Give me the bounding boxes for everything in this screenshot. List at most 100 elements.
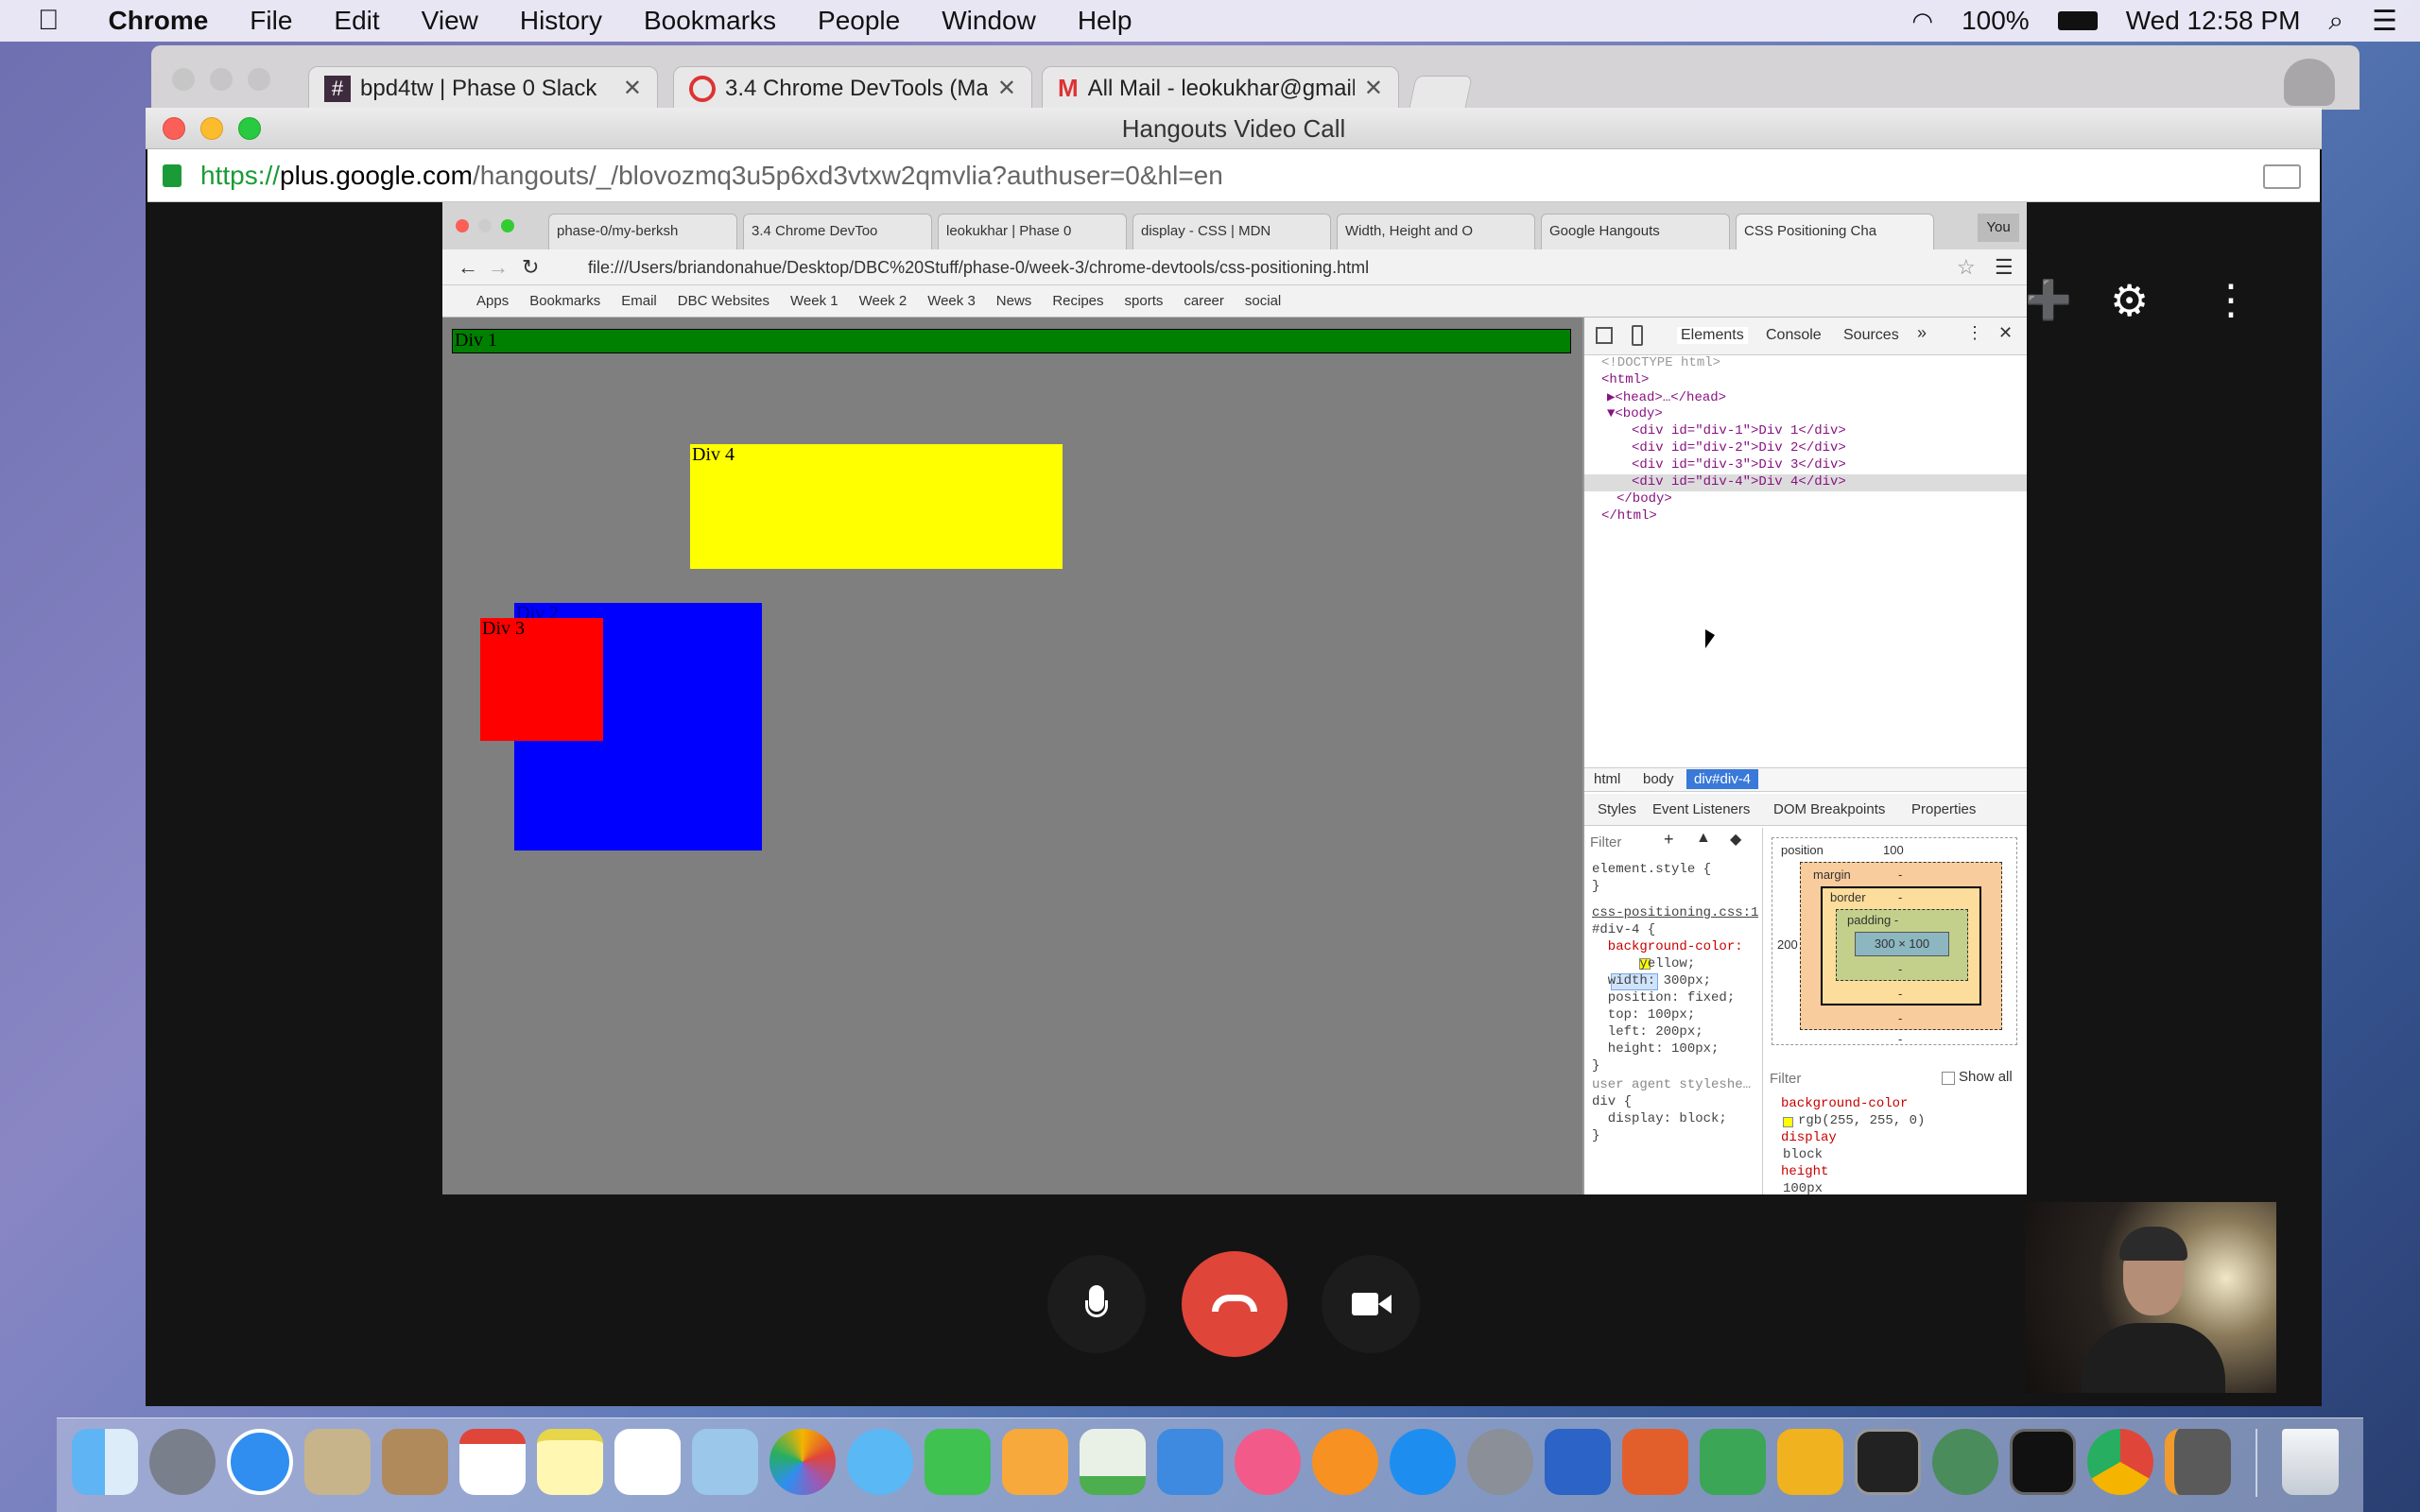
safari-icon[interactable] bbox=[227, 1429, 293, 1495]
menu-view[interactable]: View bbox=[422, 6, 478, 36]
bookmark-social[interactable]: social bbox=[1245, 293, 1281, 309]
bookmark-email[interactable]: Email bbox=[621, 293, 657, 309]
menu-file[interactable]: File bbox=[250, 6, 292, 36]
hang-up-button[interactable] bbox=[1182, 1251, 1288, 1357]
box-margin-top-value[interactable]: - bbox=[1898, 868, 1902, 882]
excel-icon[interactable] bbox=[1700, 1429, 1766, 1495]
keynote-icon[interactable] bbox=[1157, 1429, 1223, 1495]
color-format-icon[interactable]: ◆ bbox=[1730, 830, 1741, 849]
powerpoint-icon[interactable] bbox=[1622, 1429, 1688, 1495]
bookmark-dbc-websites[interactable]: DBC Websites bbox=[678, 293, 769, 309]
trash-icon[interactable] bbox=[2282, 1429, 2339, 1495]
back-icon[interactable]: ← bbox=[458, 249, 478, 285]
bookmark-week-3[interactable]: Week 3 bbox=[927, 293, 976, 309]
reminders-icon[interactable] bbox=[614, 1429, 681, 1495]
terminal-icon[interactable] bbox=[1855, 1429, 1921, 1495]
shared-tab[interactable]: 3.4 Chrome DevToo bbox=[743, 214, 932, 249]
spotlight-search-icon[interactable]: ⌕ bbox=[2328, 6, 2343, 37]
inspect-element-icon[interactable] bbox=[1596, 327, 1613, 344]
box-border-top-value[interactable]: - bbox=[1898, 890, 1902, 904]
preview-icon[interactable] bbox=[692, 1429, 758, 1495]
tab-close-icon[interactable]: ✕ bbox=[1364, 75, 1383, 102]
system-preferences-icon[interactable] bbox=[1467, 1429, 1533, 1495]
css-source-link[interactable]: css-positioning.css:1 bbox=[1592, 905, 1758, 920]
new-tab-button[interactable] bbox=[1409, 76, 1473, 110]
photos-icon[interactable] bbox=[769, 1429, 836, 1495]
new-rule-icon[interactable]: + bbox=[1664, 830, 1674, 850]
devtools-tab-elements[interactable]: Elements bbox=[1677, 327, 1748, 344]
battery-icon[interactable] bbox=[2057, 11, 2098, 30]
zoom-window-button[interactable] bbox=[238, 117, 261, 140]
div-1[interactable]: Div 1 bbox=[452, 329, 1571, 353]
minimize-window-button[interactable] bbox=[200, 117, 223, 140]
shared-tab[interactable]: phase-0/my-berksh bbox=[548, 214, 737, 249]
subtab-styles[interactable]: Styles bbox=[1598, 801, 1636, 817]
shared-profile-badge[interactable]: You bbox=[1978, 214, 2019, 242]
menu-app-name[interactable]: Chrome bbox=[109, 6, 209, 36]
menu-bookmarks[interactable]: Bookmarks bbox=[644, 6, 776, 36]
more-tabs-icon[interactable]: » bbox=[1917, 323, 1927, 343]
outlook-icon[interactable] bbox=[1777, 1429, 1843, 1495]
css-line[interactable]: background-color: bbox=[1592, 939, 1743, 954]
devtools-tab-console[interactable]: Console bbox=[1766, 327, 1822, 344]
launchpad-icon[interactable] bbox=[149, 1429, 216, 1495]
shared-tab[interactable]: Google Hangouts bbox=[1541, 214, 1730, 249]
more-options-icon[interactable]: ⋮ bbox=[2210, 278, 2252, 323]
forward-icon[interactable]: → bbox=[488, 249, 509, 285]
devtools-close-icon[interactable]: ✕ bbox=[1998, 323, 2013, 343]
dom-line[interactable]: <div id="div-3">Div 3</div> bbox=[1632, 457, 1846, 472]
breadcrumb-body[interactable]: body bbox=[1643, 771, 1674, 787]
sublime-text-icon[interactable] bbox=[2165, 1429, 2231, 1495]
bookmark-news[interactable]: News bbox=[996, 293, 1032, 309]
computed-prop-name[interactable]: display bbox=[1781, 1130, 1837, 1145]
show-all-checkbox[interactable] bbox=[1942, 1072, 1955, 1085]
iterm-icon[interactable] bbox=[2010, 1429, 2076, 1495]
bookmark-recipes[interactable]: Recipes bbox=[1052, 293, 1103, 309]
dom-line[interactable]: </body> bbox=[1616, 491, 1672, 507]
wifi-icon[interactable]: ◠ bbox=[1911, 7, 1933, 36]
bookmark-week-1[interactable]: Week 1 bbox=[790, 293, 838, 309]
camera-blocked-icon[interactable] bbox=[2263, 164, 2301, 189]
menu-help[interactable]: Help bbox=[1078, 6, 1132, 36]
chrome-zoom-dot[interactable] bbox=[248, 68, 270, 91]
messages-icon[interactable] bbox=[847, 1429, 913, 1495]
css-line[interactable]: position: fixed; bbox=[1592, 990, 1735, 1005]
close-window-button[interactable] bbox=[163, 117, 185, 140]
dom-line-selected[interactable]: <div id="div-4">Div 4</div> bbox=[1632, 474, 1846, 490]
div-4[interactable]: Div 4 bbox=[690, 444, 1063, 569]
app-store-icon[interactable] bbox=[1390, 1429, 1456, 1495]
bookmark-week-2[interactable]: Week 2 bbox=[859, 293, 908, 309]
breadcrumb-html[interactable]: html bbox=[1594, 771, 1620, 787]
chrome-tab-devtools-docs[interactable]: 3.4 Chrome DevTools (Man ✕ bbox=[673, 66, 1032, 110]
chrome-icon[interactable] bbox=[2087, 1429, 2153, 1495]
breadcrumb-div4[interactable]: div#div-4 bbox=[1686, 769, 1759, 789]
shared-tab[interactable]: Width, Height and O bbox=[1337, 214, 1535, 249]
reload-icon[interactable]: ↻ bbox=[522, 249, 539, 285]
notes-icon[interactable] bbox=[537, 1429, 603, 1495]
clock[interactable]: Wed 12:58 PM bbox=[2126, 6, 2301, 36]
div-3[interactable]: Div 3 bbox=[480, 618, 603, 741]
itunes-icon[interactable] bbox=[1235, 1429, 1301, 1495]
apple-icon[interactable]:  bbox=[38, 5, 60, 37]
css-line[interactable]: yellow; bbox=[1592, 956, 1695, 971]
ibooks-icon[interactable] bbox=[1312, 1429, 1378, 1495]
box-margin-bottom-value[interactable]: - bbox=[1898, 1011, 1902, 1025]
numbers-icon[interactable] bbox=[1080, 1429, 1146, 1495]
chrome-close-dot[interactable] bbox=[172, 68, 195, 91]
menu-history[interactable]: History bbox=[520, 6, 602, 36]
chrome-tab-gmail[interactable]: M All Mail - leokukhar@gmail. ✕ bbox=[1042, 66, 1399, 110]
css-line[interactable]: top: 100px; bbox=[1592, 1007, 1695, 1022]
network-utility-icon[interactable] bbox=[1932, 1429, 1998, 1495]
settings-gear-icon[interactable]: ⚙ bbox=[2110, 278, 2155, 323]
word-icon[interactable] bbox=[1545, 1429, 1611, 1495]
devtools-menu-icon[interactable]: ⋮ bbox=[1966, 323, 1983, 343]
shared-tab-active[interactable]: CSS Positioning Cha bbox=[1736, 214, 1934, 249]
pages-icon[interactable] bbox=[1002, 1429, 1068, 1495]
notification-center-icon[interactable]: ☰ bbox=[2372, 5, 2397, 38]
shared-address-bar[interactable]: ← → ↻ file:///Users/briandonahue/Desktop… bbox=[442, 249, 2027, 285]
menu-edit[interactable]: Edit bbox=[334, 6, 379, 36]
dom-line[interactable]: ▼<body> bbox=[1607, 406, 1663, 421]
calendar-icon[interactable] bbox=[459, 1429, 526, 1495]
self-view-video[interactable] bbox=[2025, 1202, 2276, 1393]
bookmark-star-icon[interactable]: ☆ bbox=[1957, 249, 1976, 285]
